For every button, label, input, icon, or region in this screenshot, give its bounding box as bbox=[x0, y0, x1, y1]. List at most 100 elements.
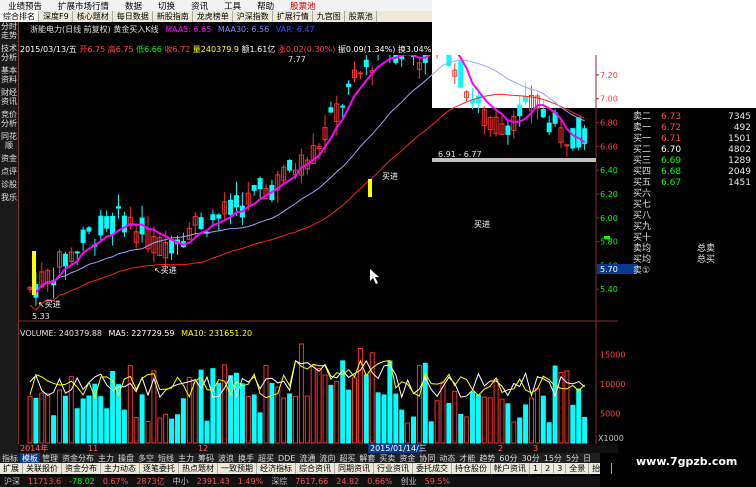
order-label: 卖一 bbox=[633, 123, 652, 133]
indicator-tab[interactable]: 换手 bbox=[236, 453, 256, 464]
info-tab[interactable]: 关联报价 bbox=[23, 463, 62, 474]
info-tab[interactable]: 全景 bbox=[566, 463, 590, 474]
order-price: 6.73 bbox=[661, 112, 682, 122]
candle-body bbox=[210, 214, 216, 221]
left-tab-bar: 分时走势技术分析基本资料财经资讯竞价分析同花顺资金点评诊股我乐 bbox=[0, 22, 19, 470]
indicator-tab[interactable]: 操盘 bbox=[116, 453, 136, 464]
order-volume: 1289 bbox=[728, 156, 751, 166]
indicator-tab[interactable]: 主力 bbox=[176, 453, 196, 464]
volume-bar bbox=[192, 379, 198, 444]
info-tab[interactable]: 持仓股份 bbox=[452, 463, 491, 474]
indicator-tab[interactable]: 30分 bbox=[520, 453, 542, 464]
toolbar-item[interactable]: 新股指南 bbox=[154, 11, 193, 22]
info-tab[interactable]: 3 bbox=[554, 464, 567, 473]
info-open: 开6.75 bbox=[79, 45, 106, 54]
kline-chart[interactable]: 7.207.006.806.606.406.206.005.805.605.40… bbox=[18, 55, 638, 453]
info-tab[interactable]: 委托成交 bbox=[413, 463, 452, 474]
left-tab[interactable]: 我乐 bbox=[0, 193, 18, 202]
left-tab[interactable]: 诊股 bbox=[0, 180, 18, 189]
candle-body bbox=[475, 95, 481, 104]
indicator-tab[interactable]: 日 bbox=[581, 453, 593, 464]
info-tab[interactable]: 经济指标 bbox=[257, 463, 296, 474]
indicator-tab[interactable]: 动态 bbox=[437, 453, 457, 464]
volume-unit-label: X1000 bbox=[598, 434, 624, 443]
left-tab[interactable]: 技术分析 bbox=[0, 44, 18, 62]
left-tab[interactable]: 点评 bbox=[0, 167, 18, 176]
indicator-tab[interactable]: 资金 bbox=[397, 453, 417, 464]
indicator-tab[interactable]: 资金分布 bbox=[60, 453, 96, 464]
volume-ma10: MA10: 231651.20 bbox=[181, 329, 253, 338]
indicator-tab[interactable]: 流通 bbox=[297, 453, 317, 464]
indicator-tab[interactable]: 解套 bbox=[357, 453, 377, 464]
menu-item[interactable]: 资讯 bbox=[183, 0, 216, 12]
indicator-tab[interactable]: 模板 bbox=[20, 452, 40, 464]
indicator-tab[interactable]: 指标 bbox=[0, 453, 20, 464]
buy-signal: 买进 bbox=[382, 172, 398, 181]
price-tick-label: 7.00 bbox=[600, 95, 618, 104]
indicator-tab[interactable]: 主力 bbox=[96, 453, 116, 464]
toolbar-item[interactable]: 龙虎榜单 bbox=[194, 11, 233, 22]
toolbar-item[interactable]: 核心题材 bbox=[74, 11, 113, 22]
info-tab[interactable]: 2 bbox=[542, 464, 555, 473]
menu-item[interactable]: 工具 bbox=[216, 0, 249, 12]
left-tab[interactable]: 基本资料 bbox=[0, 66, 18, 84]
indicator-tab[interactable]: 管理 bbox=[40, 453, 60, 464]
toolbar-item[interactable]: 股票池 bbox=[346, 11, 377, 22]
info-tab[interactable]: 逐笔委托 bbox=[140, 463, 179, 474]
volume-bar bbox=[304, 395, 310, 444]
toolbar-item[interactable]: 沪深指数 bbox=[234, 11, 273, 22]
indicator-tab[interactable]: 波浪 bbox=[216, 453, 236, 464]
left-tab[interactable]: 资金 bbox=[0, 154, 18, 163]
indicator-tab[interactable]: 买卖 bbox=[377, 453, 397, 464]
left-tab[interactable]: 竞价分析 bbox=[0, 110, 18, 128]
indicator-tab[interactable]: 趋势 bbox=[477, 453, 497, 464]
toolbar-item[interactable]: 深度F9 bbox=[40, 11, 73, 22]
volume-bar bbox=[110, 370, 116, 444]
info-tab[interactable]: 综合资讯 bbox=[296, 463, 335, 474]
menu-item[interactable]: 切换 bbox=[150, 0, 183, 12]
volume-bar bbox=[293, 395, 298, 444]
indicator-tab[interactable]: 流向 bbox=[317, 453, 337, 464]
volume-bar bbox=[234, 372, 239, 444]
volume-bar bbox=[133, 417, 139, 444]
candle-body bbox=[62, 253, 68, 267]
info-tab[interactable]: 资金分布 bbox=[62, 463, 101, 474]
menu-item[interactable]: 业绩预告 bbox=[0, 0, 50, 12]
left-tab[interactable]: 分时走势 bbox=[0, 22, 18, 40]
indicator-tab[interactable]: 超买 bbox=[337, 453, 357, 464]
toolbar-item[interactable]: 九宫图 bbox=[314, 11, 345, 22]
info-tab[interactable]: 帐户资讯 bbox=[491, 463, 530, 474]
menu-brand[interactable]: 股票池 bbox=[282, 0, 324, 12]
indicator-tab[interactable]: 筹码 bbox=[196, 453, 216, 464]
info-tab[interactable]: 热点题材 bbox=[179, 463, 218, 474]
buy-avg-label: 买均 bbox=[633, 255, 652, 265]
menu-item[interactable]: 帮助 bbox=[249, 0, 282, 12]
indicator-tab[interactable]: 5分 bbox=[564, 453, 581, 464]
info-tab[interactable]: 扩展 bbox=[0, 463, 23, 474]
info-tab[interactable]: 一致预期 bbox=[218, 463, 257, 474]
info-tab[interactable]: 同期资讯 bbox=[335, 463, 374, 474]
left-tab[interactable]: 财经资讯 bbox=[0, 88, 18, 106]
info-tab[interactable]: 1 bbox=[530, 464, 543, 473]
menu-item[interactable]: 扩展市场行情 bbox=[50, 0, 117, 12]
indicator-tab[interactable]: 多空 bbox=[136, 453, 156, 464]
volume-bar bbox=[487, 397, 493, 444]
indicator-tab[interactable]: 协同 bbox=[417, 453, 437, 464]
indicator-tab[interactable]: 60分 bbox=[497, 453, 519, 464]
indicator-tab[interactable]: DDE bbox=[276, 454, 297, 463]
left-tab[interactable]: 同花顺 bbox=[0, 132, 18, 150]
toolbar-item[interactable]: 综合排名 bbox=[0, 11, 39, 22]
indicator-tab[interactable]: 超买 bbox=[256, 453, 276, 464]
volume-bar bbox=[434, 400, 440, 444]
toolbar-item[interactable]: 每日数据 bbox=[114, 11, 153, 22]
info-tab[interactable]: 行业资讯 bbox=[374, 463, 413, 474]
indicator-tab[interactable]: 短线 bbox=[156, 453, 176, 464]
indicator-tab[interactable]: 15分 bbox=[542, 453, 564, 464]
info-tab[interactable]: 主力动态 bbox=[101, 463, 140, 474]
info-tab[interactable]: 抬高 bbox=[589, 463, 613, 474]
volume-bar bbox=[74, 408, 80, 444]
indicator-tab[interactable]: 才能 bbox=[457, 453, 477, 464]
menu-item[interactable]: 数据 bbox=[117, 0, 150, 12]
volume-bar bbox=[517, 417, 523, 444]
toolbar-item[interactable]: 扩展行情 bbox=[274, 11, 313, 22]
